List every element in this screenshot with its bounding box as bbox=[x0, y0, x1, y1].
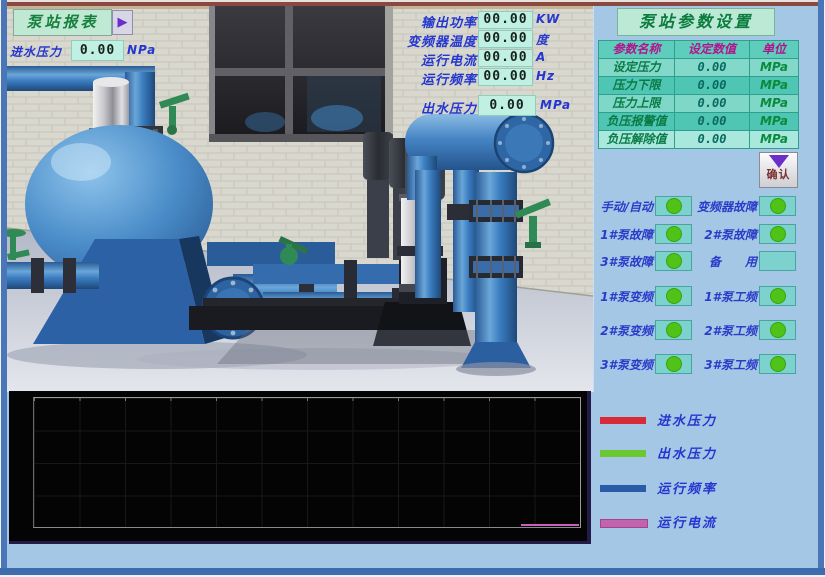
lamp-spare bbox=[759, 251, 796, 271]
run-current-trace bbox=[521, 524, 579, 526]
run-freq-label: 运行频率 bbox=[329, 69, 477, 88]
lamp-pump3-mains bbox=[759, 354, 796, 374]
confirm-button-label: 确认 bbox=[760, 168, 797, 181]
outlet-pressure-unit: MPa bbox=[540, 98, 571, 112]
lamp-auto-manual bbox=[655, 196, 692, 216]
col-header-unit: 单位 bbox=[750, 41, 798, 58]
run-current-value: 00.00 bbox=[478, 49, 533, 67]
inlet-pressure-value: 0.00 bbox=[71, 40, 124, 61]
status-label-auto-manual: 手动/自动 bbox=[593, 198, 653, 215]
legend-swatch-run-current bbox=[600, 519, 648, 528]
status-label-pump2-vfd: 2#泵变频 bbox=[593, 322, 653, 339]
lamp-pump1-mains bbox=[759, 286, 796, 306]
status-label-pump3-mains: 3#泵工频 bbox=[690, 356, 757, 373]
lamp-pump1-vfd bbox=[655, 286, 692, 306]
lamp-circle bbox=[770, 322, 786, 338]
settings-table: 参数名称 设定数值 单位 设定压力 0.00 MPa 压力下限 0.00 MPa… bbox=[598, 40, 799, 149]
lamp-pump3-vfd bbox=[655, 354, 692, 374]
param-unit: MPa bbox=[750, 59, 798, 76]
trend-chart-plot-area bbox=[33, 397, 581, 528]
legend-swatch-inlet-pressure bbox=[600, 417, 646, 424]
legend-label-run-current: 运行电流 bbox=[657, 512, 717, 531]
inlet-pressure-label: 进水压力 bbox=[10, 43, 62, 60]
status-label-pump1-mains: 1#泵工频 bbox=[690, 288, 757, 305]
report-play-button[interactable]: ▶ bbox=[112, 10, 133, 35]
output-power-value: 00.00 bbox=[478, 11, 533, 29]
param-unit: MPa bbox=[750, 113, 798, 130]
param-unit: MPa bbox=[750, 95, 798, 112]
legend-swatch-outlet-pressure bbox=[600, 450, 646, 457]
param-unit: MPa bbox=[750, 131, 798, 148]
lamp-circle bbox=[666, 288, 682, 304]
lamp-circle bbox=[666, 253, 682, 269]
outlet-pressure-value: 0.00 bbox=[478, 95, 536, 116]
status-label-spare: 备 用 bbox=[690, 253, 757, 270]
settings-panel-title: 泵站参数设置 bbox=[617, 8, 775, 36]
status-label-pump2-fault: 2#泵故障 bbox=[690, 226, 757, 243]
lamp-pump2-vfd bbox=[655, 320, 692, 340]
param-value-input[interactable]: 0.00 bbox=[675, 95, 749, 112]
confirm-arrow-icon bbox=[769, 155, 789, 168]
run-current-label: 运行电流 bbox=[329, 50, 477, 69]
status-label-vfd-fault: 变频器故障 bbox=[690, 198, 757, 215]
vfd-temp-unit: 度 bbox=[536, 31, 549, 48]
lamp-pump2-mains bbox=[759, 320, 796, 340]
lamp-pump2-fault bbox=[759, 224, 796, 244]
run-freq-value: 00.00 bbox=[478, 68, 533, 86]
lamp-circle bbox=[770, 356, 786, 372]
report-button[interactable]: 泵站报表 bbox=[13, 9, 112, 36]
pump-station-hmi: 泵站报表 ▶ 进水压力 0.00 NPa 输出功率 00.00 KW 变频器温度… bbox=[0, 0, 825, 577]
frame-right bbox=[818, 0, 825, 577]
confirm-button[interactable]: 确认 bbox=[759, 152, 798, 188]
param-name: 压力上限 bbox=[599, 95, 674, 112]
legend-label-outlet-pressure: 出水压力 bbox=[657, 443, 717, 462]
legend-label-inlet-pressure: 进水压力 bbox=[657, 410, 717, 429]
output-power-unit: KW bbox=[536, 12, 560, 26]
param-name: 负压报警值 bbox=[599, 113, 674, 130]
status-label-pump3-fault: 3#泵故障 bbox=[593, 253, 653, 270]
status-label-pump3-vfd: 3#泵变频 bbox=[593, 356, 653, 373]
lamp-circle bbox=[666, 356, 682, 372]
vfd-temp-label: 变频器温度 bbox=[329, 31, 477, 50]
param-unit: MPa bbox=[750, 77, 798, 94]
col-header-value: 设定数值 bbox=[675, 41, 749, 58]
param-value-input[interactable]: 0.00 bbox=[675, 77, 749, 94]
lamp-circle bbox=[666, 322, 682, 338]
legend-swatch-run-frequency bbox=[600, 485, 646, 492]
run-freq-unit: Hz bbox=[536, 69, 555, 83]
vfd-temp-value: 00.00 bbox=[478, 30, 533, 48]
output-power-label: 输出功率 bbox=[329, 12, 477, 31]
lamp-circle bbox=[770, 288, 786, 304]
outlet-pressure-label: 出水压力 bbox=[329, 98, 477, 117]
inlet-pressure-unit: NPa bbox=[127, 43, 156, 57]
lamp-vfd-fault bbox=[759, 196, 796, 216]
wall-top-beam bbox=[7, 2, 818, 6]
lamp-circle bbox=[666, 198, 682, 214]
param-name: 设定压力 bbox=[599, 59, 674, 76]
lamp-circle bbox=[770, 226, 786, 242]
trend-chart bbox=[9, 391, 591, 544]
frame-bottom bbox=[0, 568, 825, 577]
status-label-pump1-vfd: 1#泵变频 bbox=[593, 288, 653, 305]
status-label-pump1-fault: 1#泵故障 bbox=[593, 226, 653, 243]
lamp-pump3-fault bbox=[655, 251, 692, 271]
param-value-input[interactable]: 0.00 bbox=[675, 113, 749, 130]
frame-top bbox=[0, 0, 825, 2]
legend-label-run-frequency: 运行频率 bbox=[657, 478, 717, 497]
status-label-pump2-mains: 2#泵工频 bbox=[690, 322, 757, 339]
frame-left bbox=[0, 0, 7, 577]
col-header-name: 参数名称 bbox=[599, 41, 674, 58]
param-value-input[interactable]: 0.00 bbox=[675, 59, 749, 76]
run-current-unit: A bbox=[536, 50, 546, 64]
param-name: 负压解除值 bbox=[599, 131, 674, 148]
lamp-pump1-fault bbox=[655, 224, 692, 244]
param-name: 压力下限 bbox=[599, 77, 674, 94]
play-icon: ▶ bbox=[118, 15, 128, 30]
lamp-circle bbox=[666, 226, 682, 242]
lamp-circle bbox=[770, 198, 786, 214]
param-value-input[interactable]: 0.00 bbox=[675, 131, 749, 148]
